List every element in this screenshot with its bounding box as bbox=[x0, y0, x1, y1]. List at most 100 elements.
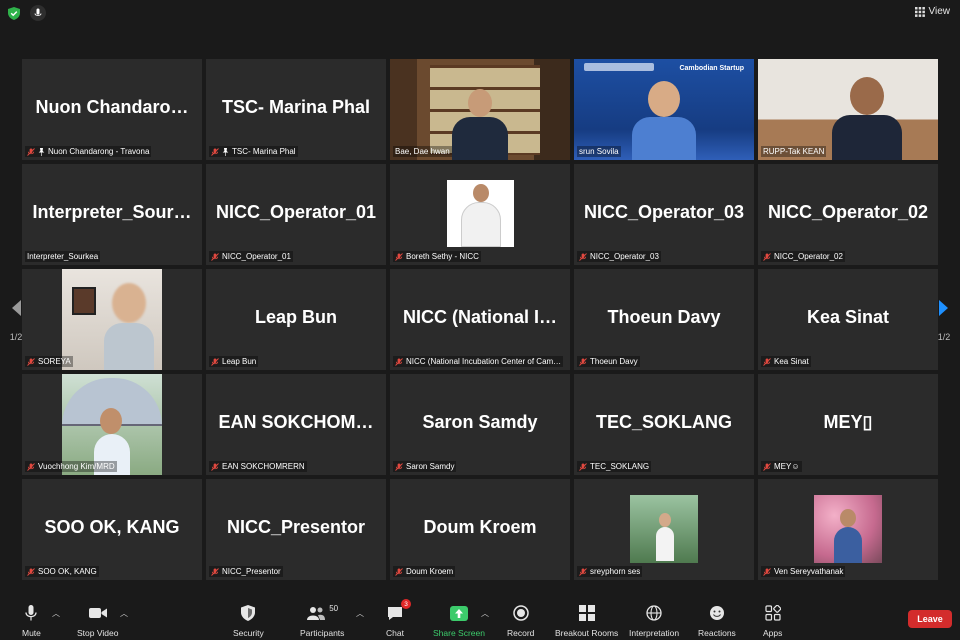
security-icon bbox=[241, 605, 256, 621]
participant-name: SOO OK, KANG bbox=[38, 567, 97, 576]
participant-name-label: Nuon Chandarong - Travona bbox=[25, 146, 152, 157]
participant-video: Cambodian Startup bbox=[574, 59, 754, 160]
participant-display-name: Nuon Chandaro… bbox=[35, 97, 189, 117]
participant-name-label: NICC_Operator_02 bbox=[761, 251, 845, 262]
participant-name: RUPP-Tak KEAN bbox=[763, 147, 825, 156]
participant-name-label: Kea Sinat bbox=[761, 356, 811, 367]
stop-video-button[interactable]: Stop Video bbox=[77, 604, 118, 638]
participant-tile[interactable]: TSC- Marina Phal TSC- Marina Phal bbox=[206, 59, 386, 160]
participants-options-caret[interactable]: ︿ bbox=[356, 608, 364, 619]
participant-tile[interactable]: RUPP-Tak KEAN bbox=[758, 59, 938, 160]
chevron-right-icon bbox=[939, 300, 948, 316]
participant-tile[interactable]: EAN SOKCHOM… EAN SOKCHOMRERN bbox=[206, 374, 386, 475]
participant-name: NICC_Presentor bbox=[222, 567, 281, 576]
muted-mic-icon bbox=[27, 147, 35, 156]
profile-photo bbox=[447, 180, 514, 247]
view-button[interactable]: View bbox=[914, 6, 951, 17]
participant-name: sreyphorn ses bbox=[590, 567, 641, 576]
participant-name: NICC_Operator_01 bbox=[222, 252, 291, 261]
interpretation-label: Interpretation bbox=[629, 628, 680, 638]
participant-name: Interpreter_Sourkea bbox=[27, 252, 99, 261]
participant-tile[interactable]: Thoeun Davy Thoeun Davy bbox=[574, 269, 754, 370]
participant-tile[interactable]: TEC_SOKLANG TEC_SOKLANG bbox=[574, 374, 754, 475]
participants-button[interactable]: 50 Participants bbox=[300, 604, 344, 638]
participants-label: Participants bbox=[300, 628, 345, 638]
share-screen-button[interactable]: Share Screen bbox=[433, 604, 485, 638]
participant-tile[interactable]: NICC_Operator_03 NICC_Operator_03 bbox=[574, 164, 754, 265]
participant-name: TSC- Marina Phal bbox=[232, 147, 296, 156]
mute-button[interactable]: Mute bbox=[22, 604, 41, 638]
record-icon bbox=[512, 605, 529, 621]
participant-display-name: NICC (National I… bbox=[402, 307, 557, 327]
participant-display-name: SOO OK, KANG bbox=[44, 517, 180, 537]
participant-tile[interactable]: SOREYA bbox=[22, 269, 202, 370]
muted-mic-icon bbox=[27, 462, 35, 471]
participant-tile[interactable]: Cambodian Startup srun Sovila bbox=[574, 59, 754, 160]
video-camera-icon bbox=[88, 608, 107, 618]
participant-tile[interactable]: SOO OK, KANG SOO OK, KANG bbox=[22, 479, 202, 580]
participant-name-label: Doum Kroem bbox=[393, 566, 456, 577]
participant-tile[interactable]: Doum Kroem Doum Kroem bbox=[390, 479, 570, 580]
apps-label: Apps bbox=[763, 628, 783, 638]
participant-name-label: Thoeun Davy bbox=[577, 356, 640, 367]
chat-unread-badge: 3 bbox=[401, 599, 411, 609]
record-button[interactable]: Record bbox=[507, 604, 534, 638]
apps-button[interactable]: Apps bbox=[763, 604, 782, 638]
participant-tile[interactable]: Boreth Sethy - NICC bbox=[390, 164, 570, 265]
participant-name: NICC_Operator_03 bbox=[590, 252, 659, 261]
stop-video-label: Stop Video bbox=[77, 628, 119, 638]
participant-tile[interactable]: Saron Samdy Saron Samdy bbox=[390, 374, 570, 475]
audio-status-icon[interactable] bbox=[30, 5, 46, 21]
participant-tile[interactable]: NICC (National I… NICC (National Incubati… bbox=[390, 269, 570, 370]
mute-label: Mute bbox=[22, 628, 41, 638]
security-label: Security bbox=[233, 628, 264, 638]
participant-name: Boreth Sethy - NICC bbox=[406, 252, 479, 261]
breakout-rooms-button[interactable]: Breakout Rooms bbox=[555, 604, 618, 638]
participant-name: Saron Samdy bbox=[406, 462, 455, 471]
participant-tile[interactable]: MEY▯ MEY☺ bbox=[758, 374, 938, 475]
leave-button[interactable]: Leave bbox=[908, 610, 952, 628]
share-options-caret[interactable]: ︿ bbox=[481, 608, 489, 619]
participant-tile[interactable]: sreyphorn ses bbox=[574, 479, 754, 580]
participant-display-name: Interpreter_Sour… bbox=[32, 202, 192, 222]
participant-display-name: TEC_SOKLANG bbox=[595, 412, 732, 432]
participant-name-label: sreyphorn ses bbox=[577, 566, 643, 577]
globe-icon bbox=[646, 605, 662, 621]
participant-display-name: Thoeun Davy bbox=[607, 307, 721, 327]
muted-mic-icon bbox=[27, 357, 35, 366]
participant-name: srun Sovila bbox=[579, 147, 619, 156]
participant-tile[interactable]: NICC_Operator_01 NICC_Operator_01 bbox=[206, 164, 386, 265]
participant-tile[interactable]: Leap Bun Leap Bun bbox=[206, 269, 386, 370]
participant-tile[interactable]: Bae, Dae hwan bbox=[390, 59, 570, 160]
muted-mic-icon bbox=[763, 462, 771, 471]
interpretation-button[interactable]: Interpretation bbox=[629, 604, 679, 638]
reactions-button[interactable]: Reactions bbox=[698, 604, 736, 638]
participant-tile[interactable]: NICC_Presentor NICC_Presentor bbox=[206, 479, 386, 580]
participant-name: NICC_Operator_02 bbox=[774, 252, 843, 261]
participant-tile[interactable]: NICC_Operator_02 NICC_Operator_02 bbox=[758, 164, 938, 265]
participant-name-label: Bae, Dae hwan bbox=[393, 146, 452, 157]
security-shield-icon[interactable] bbox=[8, 7, 20, 20]
participant-display-name: MEY▯ bbox=[823, 412, 873, 432]
participant-tile[interactable]: Nuon Chandaro… Nuon Chandarong - Travona bbox=[22, 59, 202, 160]
participant-tile[interactable]: Kea Sinat Kea Sinat bbox=[758, 269, 938, 370]
security-button[interactable]: Security bbox=[233, 604, 264, 638]
participant-tile[interactable]: Ven Sereyvathanak bbox=[758, 479, 938, 580]
participants-icon bbox=[307, 607, 326, 620]
video-options-caret[interactable]: ︿ bbox=[120, 608, 128, 619]
participant-tile[interactable]: Interpreter_Sour… Interpreter_Sourkea bbox=[22, 164, 202, 265]
participant-display-name: Doum Kroem bbox=[423, 517, 537, 537]
participant-name: TEC_SOKLANG bbox=[590, 462, 650, 471]
muted-mic-icon bbox=[211, 357, 219, 366]
participant-tile[interactable]: Vuochhong Kim/MRD bbox=[22, 374, 202, 475]
apps-icon bbox=[765, 605, 781, 621]
participants-count: 50 bbox=[329, 604, 339, 613]
audio-options-caret[interactable]: ︿ bbox=[52, 608, 60, 619]
participant-name-label: Ven Sereyvathanak bbox=[761, 566, 846, 577]
chat-button[interactable]: 3 Chat bbox=[386, 599, 411, 638]
profile-photo bbox=[630, 495, 698, 563]
participant-display-name: NICC_Presentor bbox=[226, 517, 366, 537]
participant-name: EAN SOKCHOMRERN bbox=[222, 462, 305, 471]
view-label: View bbox=[928, 6, 951, 17]
muted-mic-icon bbox=[579, 357, 587, 366]
